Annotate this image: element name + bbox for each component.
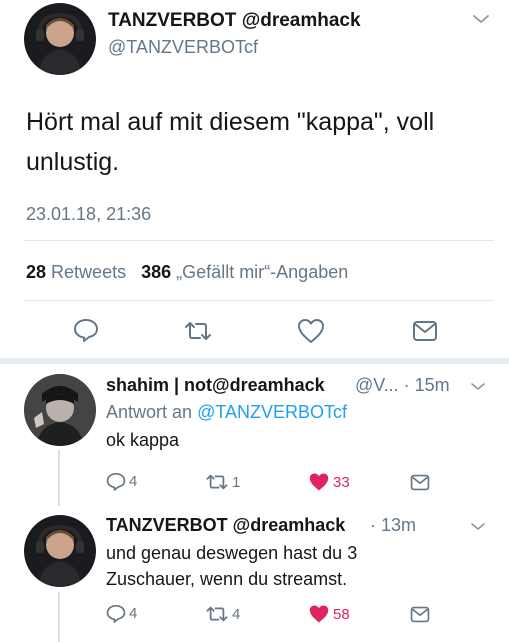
reply-avatar[interactable] bbox=[24, 515, 96, 587]
retweet-label[interactable]: Retweets bbox=[51, 262, 126, 282]
reply-meta[interactable]: @V... · 15m bbox=[355, 375, 450, 396]
like-button[interactable]: 58 bbox=[308, 604, 350, 624]
author-avatar[interactable] bbox=[24, 3, 96, 75]
author-display-name[interactable]: TANZVERBOT @dreamhack bbox=[108, 10, 361, 32]
thread-line bbox=[58, 592, 60, 642]
reply-to-label: Antwort an bbox=[106, 402, 193, 422]
heart-icon bbox=[309, 605, 329, 623]
reply-to-handle-link[interactable]: @TANZVERBOTcf bbox=[197, 402, 347, 422]
reply-count: 4 bbox=[129, 605, 138, 622]
speech-bubble-icon bbox=[106, 604, 126, 623]
tweet-stats: 28 Retweets 386 „Gefällt mir“-Angaben bbox=[26, 262, 348, 283]
retweet-count[interactable]: 28 bbox=[26, 262, 46, 282]
envelope-icon bbox=[413, 321, 437, 341]
message-button[interactable] bbox=[410, 474, 433, 491]
envelope-icon bbox=[410, 606, 430, 623]
divider bbox=[24, 240, 494, 241]
reply-display-name[interactable]: shahim | not@dreamhack bbox=[106, 375, 325, 396]
reply-button[interactable]: 4 bbox=[106, 472, 137, 491]
retweet-count: 4 bbox=[232, 605, 241, 623]
like-count: 58 bbox=[333, 605, 350, 623]
retweet-icon bbox=[206, 474, 228, 490]
retweet-button[interactable] bbox=[183, 320, 213, 342]
chevron-down-icon[interactable] bbox=[470, 379, 486, 397]
like-count: 33 bbox=[333, 473, 350, 491]
like-button[interactable] bbox=[297, 318, 325, 344]
divider bbox=[0, 358, 509, 364]
retweet-icon bbox=[185, 322, 211, 340]
like-label[interactable]: „Gefällt mir“-Angaben bbox=[176, 262, 348, 282]
tweet-timestamp[interactable]: 23.01.18, 21:36 bbox=[26, 204, 151, 225]
chevron-down-icon[interactable] bbox=[470, 519, 486, 537]
speech-bubble-icon bbox=[74, 319, 98, 342]
heart-icon bbox=[309, 473, 329, 491]
like-count[interactable]: 386 bbox=[141, 262, 171, 282]
chevron-down-icon[interactable] bbox=[472, 12, 490, 30]
reply-avatar[interactable] bbox=[24, 374, 96, 446]
reply-button[interactable]: 4 bbox=[106, 604, 137, 623]
speech-bubble-icon bbox=[106, 472, 126, 491]
like-button[interactable]: 33 bbox=[308, 472, 350, 492]
reply-text: und genau deswegen hast du 3 Zuschauer, … bbox=[106, 543, 358, 589]
retweet-icon bbox=[206, 606, 228, 622]
reply-to-line: Antwort an @TANZVERBOTcf bbox=[106, 402, 347, 423]
envelope-icon bbox=[410, 474, 430, 491]
tweet-text: Hört mal auf mit diesem "kappa", voll un… bbox=[26, 108, 435, 176]
reply-meta[interactable]: · 13m bbox=[370, 515, 416, 536]
reply-display-name[interactable]: TANZVERBOT @dreamhack bbox=[106, 515, 345, 536]
message-button[interactable] bbox=[412, 320, 438, 342]
message-button[interactable] bbox=[410, 606, 433, 623]
reply-button[interactable] bbox=[73, 318, 99, 342]
reply-count: 4 bbox=[129, 473, 138, 490]
heart-icon bbox=[298, 319, 324, 343]
author-handle[interactable]: @TANZVERBOTcf bbox=[108, 37, 258, 58]
retweet-count: 1 bbox=[232, 473, 241, 491]
divider bbox=[24, 300, 494, 301]
reply-text: ok kappa bbox=[106, 430, 180, 450]
thread-line bbox=[58, 450, 60, 506]
retweet-button[interactable]: 1 bbox=[205, 473, 240, 491]
retweet-button[interactable]: 4 bbox=[205, 605, 240, 623]
